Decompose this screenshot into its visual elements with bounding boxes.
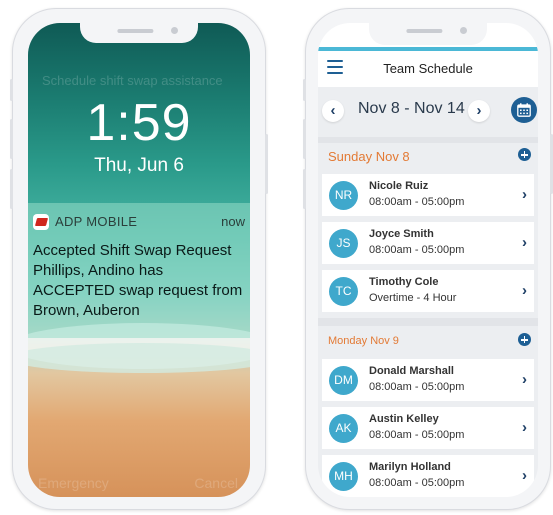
day-header-monday: Monday Nov 9: [318, 328, 538, 356]
front-camera: [460, 27, 467, 34]
chevron-right-icon: ›: [522, 467, 527, 484]
chevron-right-icon: ›: [522, 371, 527, 388]
chevron-right-icon: ›: [522, 186, 527, 203]
cancel-button[interactable]: Cancel: [194, 475, 238, 491]
wave-foam-2: [28, 343, 250, 373]
day-title: Monday Nov 9: [328, 335, 399, 347]
speaker: [117, 29, 154, 33]
volume-up-button: [303, 119, 306, 159]
volume-up-button: [10, 119, 13, 159]
avatar: NR: [329, 181, 358, 210]
employee-row[interactable]: DM Donald Marshall 08:00am - 05:00pm ›: [322, 359, 534, 401]
lock-time: 1:59: [86, 94, 192, 152]
chevron-right-icon: ›: [522, 419, 527, 436]
team-schedule-screen: Team Schedule ‹ Nov 8 - Nov 14 › Sunday …: [318, 23, 538, 497]
mute-switch: [10, 79, 13, 101]
avatar: TC: [329, 277, 358, 306]
add-shift-icon[interactable]: [518, 148, 531, 161]
phone-lock-screen: Schedule shift swap assistance 1:59 Thu,…: [10, 8, 268, 510]
notification-message: Accepted Shift Swap Request Phillips, An…: [33, 242, 243, 319]
week-navigator: ‹ Nov 8 - Nov 14 ›: [318, 89, 538, 137]
next-week-button[interactable]: ›: [468, 100, 490, 122]
previous-week-button[interactable]: ‹: [322, 100, 344, 122]
add-shift-icon[interactable]: [518, 333, 531, 346]
employee-row[interactable]: TC Timothy Cole Overtime - 4 Hour ›: [322, 270, 534, 312]
employee-name: Timothy Cole: [369, 276, 439, 288]
phone-team-schedule: Team Schedule ‹ Nov 8 - Nov 14 › Sunday …: [303, 8, 553, 510]
employee-row[interactable]: AK Austin Kelley 08:00am - 05:00pm ›: [322, 407, 534, 449]
employee-name: Austin Kelley: [369, 413, 439, 425]
speaker: [406, 29, 443, 33]
mute-switch: [303, 79, 306, 101]
avatar: AK: [329, 414, 358, 443]
push-notification[interactable]: ADP MOBILE now Accepted Shift Swap Reque…: [28, 203, 250, 338]
lock-screen: Schedule shift swap assistance 1:59 Thu,…: [28, 23, 250, 497]
employee-shift: 08:00am - 05:00pm: [369, 477, 465, 489]
employee-shift: 08:00am - 05:00pm: [369, 244, 465, 256]
employee-name: Marilyn Holland: [369, 461, 451, 473]
day-title: Sunday Nov 8: [328, 149, 410, 164]
employee-shift: 08:00am - 05:00pm: [369, 196, 465, 208]
avatar: MH: [329, 462, 358, 491]
employee-row[interactable]: NR Nicole Ruiz 08:00am - 05:00pm ›: [322, 174, 534, 216]
avatar: DM: [329, 366, 358, 395]
employee-row[interactable]: MH Marilyn Holland 08:00am - 05:00pm ›: [322, 455, 534, 497]
adp-app-icon: [33, 214, 49, 230]
emergency-button[interactable]: Emergency: [38, 475, 109, 491]
volume-down-button: [10, 169, 13, 209]
notification-header: ADP MOBILE now: [33, 214, 245, 234]
page-title: Team Schedule: [383, 61, 473, 76]
notch: [80, 23, 198, 43]
day-header-sunday: Sunday Nov 8: [318, 143, 538, 171]
avatar: JS: [329, 229, 358, 258]
employee-shift: Overtime - 4 Hour: [369, 292, 457, 304]
calendar-icon[interactable]: [511, 97, 537, 123]
front-camera: [171, 27, 178, 34]
chevron-right-icon: ›: [522, 282, 527, 299]
notch: [369, 23, 487, 45]
employee-name: Nicole Ruiz: [369, 180, 429, 192]
chevron-right-icon: ›: [522, 234, 527, 251]
employee-row[interactable]: JS Joyce Smith 08:00am - 05:00pm ›: [322, 222, 534, 264]
employee-shift: 08:00am - 05:00pm: [369, 381, 465, 393]
power-button: [265, 134, 268, 194]
notification-app-name: ADP MOBILE: [55, 214, 138, 229]
week-range: Nov 8 - Nov 14: [358, 100, 465, 117]
employee-name: Joyce Smith: [369, 228, 434, 240]
notification-time: now: [221, 214, 245, 229]
employee-shift: 08:00am - 05:00pm: [369, 429, 465, 441]
section-divider: [318, 318, 538, 326]
volume-down-button: [303, 169, 306, 209]
employee-name: Donald Marshall: [369, 365, 454, 377]
lock-date: Thu, Jun 6: [94, 155, 184, 176]
app-bar: Team Schedule: [318, 51, 538, 87]
faded-background-text: Schedule shift swap assistance: [42, 73, 223, 88]
